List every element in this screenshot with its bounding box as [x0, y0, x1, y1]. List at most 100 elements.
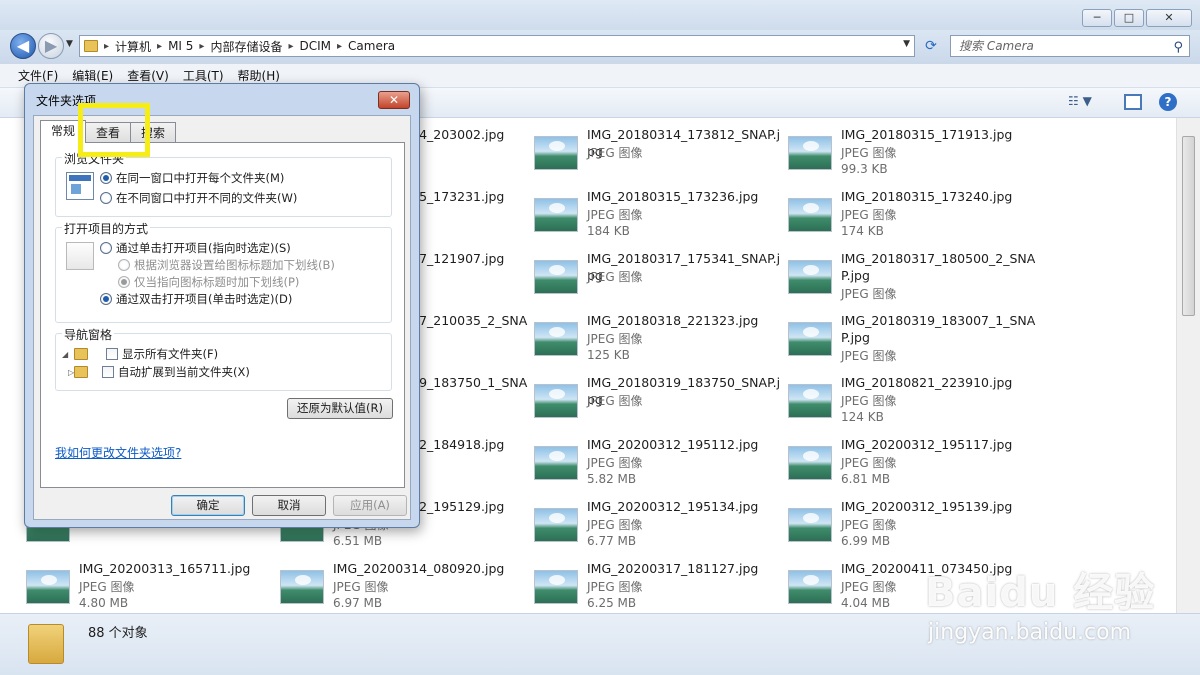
search-input[interactable]: 搜索 Camera ⚲	[950, 35, 1190, 57]
preview-pane-button[interactable]	[1124, 94, 1142, 110]
recent-pages-dropdown[interactable]: ▼	[66, 39, 73, 49]
radio-button-checked[interactable]	[100, 293, 112, 305]
radio-double-click[interactable]: 通过双击打开项目(单击时选定)(D)	[100, 291, 292, 307]
file-size: 125 KB	[587, 348, 630, 362]
chevron-right-icon[interactable]: ▸	[104, 41, 109, 52]
radio-single-click[interactable]: 通过单击打开项目(指向时选定)(S)	[100, 240, 291, 256]
search-placeholder: 搜索 Camera	[959, 39, 1034, 53]
breadcrumb-camera[interactable]: Camera	[348, 39, 395, 53]
menu-help[interactable]: 帮助(H)	[238, 67, 280, 84]
ok-button[interactable]: 确定	[171, 495, 245, 516]
file-type: JPEG 图像	[587, 456, 643, 470]
file-item[interactable]: IMG_20180315_171913.jpg JPEG 图像 99.3 KB	[788, 126, 1038, 186]
breadcrumb-internal-storage[interactable]: 内部存储设备	[210, 38, 282, 55]
file-item[interactable]: IMG_20180821_223910.jpg JPEG 图像 124 KB	[788, 374, 1038, 434]
file-item[interactable]: IMG_20180315_173240.jpg JPEG 图像 174 KB	[788, 188, 1038, 248]
radio-same-window[interactable]: 在同一窗口中打开每个文件夹(M)	[100, 170, 284, 186]
radio-button[interactable]	[100, 242, 112, 254]
folder-icon	[28, 624, 64, 664]
help-link[interactable]: 我如何更改文件夹选项?	[55, 444, 181, 461]
dialog-body: 常规 查看 搜索 浏览文件夹 在同一窗口中打开每个文件夹(M) 在不同窗口中打开…	[33, 115, 411, 520]
cancel-button[interactable]: 取消	[252, 495, 326, 516]
checkbox-show-all-folders[interactable]: ◢ 显示所有文件夹(F)	[62, 346, 218, 362]
address-dropdown-icon[interactable]: ▼	[903, 39, 910, 49]
change-view-button[interactable]: ☷ ▼	[1068, 94, 1104, 112]
file-item[interactable]: IMG_20200313_165711.jpg JPEG 图像 4.80 MB	[26, 560, 276, 620]
file-name: IMG_20180318_221323.jpg	[587, 313, 759, 328]
address-bar[interactable]: ▸ 计算机 ▸ MI 5 ▸ 内部存储设备 ▸ DCIM ▸ Camera ▼	[79, 35, 915, 57]
file-type: JPEG 图像	[841, 456, 897, 470]
file-size: 174 KB	[841, 224, 884, 238]
group-title: 导航窗格	[62, 326, 115, 343]
breadcrumb-computer[interactable]: 计算机	[115, 38, 151, 55]
file-item[interactable]: IMG_20180315_173236.jpg JPEG 图像 184 KB	[534, 188, 784, 248]
file-item[interactable]: IMG_20200312_195134.jpg JPEG 图像 6.77 MB	[534, 498, 784, 558]
back-button[interactable]: ◀	[10, 33, 36, 59]
file-name: IMG_20200314_080920.jpg	[333, 561, 505, 576]
file-item[interactable]: IMG_20200312_195117.jpg JPEG 图像 6.81 MB	[788, 436, 1038, 496]
file-item[interactable]: IMG_20200312_195112.jpg JPEG 图像 5.82 MB	[534, 436, 784, 496]
checkbox-auto-expand[interactable]: ▷ 自动扩展到当前文件夹(X)	[62, 364, 250, 380]
file-name: IMG_20180317_180500_2_SNAP.jpg	[841, 251, 1036, 283]
chevron-right-icon[interactable]: ▸	[337, 41, 342, 52]
file-type: JPEG 图像	[841, 208, 897, 222]
file-type: JPEG 图像	[841, 518, 897, 532]
file-item[interactable]: IMG_20200317_181127.jpg JPEG 图像 6.25 MB	[534, 560, 784, 620]
chevron-right-icon[interactable]: ▸	[199, 41, 204, 52]
search-icon[interactable]: ⚲	[1173, 38, 1183, 58]
minimize-button[interactable]: ─	[1082, 9, 1112, 27]
chevron-right-icon[interactable]: ▸	[288, 41, 293, 52]
breadcrumb-dcim[interactable]: DCIM	[300, 39, 332, 53]
file-type: JPEG 图像	[587, 208, 643, 222]
image-thumbnail-icon	[534, 384, 578, 418]
chevron-right-icon[interactable]: ▸	[157, 41, 162, 52]
file-item[interactable]: IMG_20180317_180500_2_SNAP.jpg JPEG 图像	[788, 250, 1038, 310]
file-name: IMG_20180315_173236.jpg	[587, 189, 759, 204]
image-thumbnail-icon	[788, 570, 832, 604]
radio-label: 在同一窗口中打开每个文件夹(M)	[116, 171, 285, 185]
radio-button-checked[interactable]	[100, 172, 112, 184]
file-item[interactable]: IMG_20200314_080920.jpg JPEG 图像 6.97 MB	[280, 560, 530, 620]
image-thumbnail-icon	[788, 260, 832, 294]
baidu-watermark: Baidu 经验	[925, 570, 1156, 616]
highlight-annotation	[78, 103, 150, 157]
folder-icon	[74, 348, 88, 360]
click-items-group: 打开项目的方式 通过单击打开项目(指向时选定)(S) 根据浏览器设置给图标标题加…	[55, 220, 392, 323]
file-type: JPEG 图像	[587, 394, 643, 408]
watermark-url: jingyan.baidu.com	[928, 620, 1132, 645]
radio-new-window[interactable]: 在不同窗口中打开不同的文件夹(W)	[100, 190, 297, 206]
radio-button-disabled	[118, 259, 130, 271]
file-item[interactable]: IMG_20200312_195139.jpg JPEG 图像 6.99 MB	[788, 498, 1038, 558]
menu-tools[interactable]: 工具(T)	[183, 67, 224, 84]
file-name: IMG_20180315_173240.jpg	[841, 189, 1013, 204]
close-window-button[interactable]: ✕	[1146, 9, 1192, 27]
folder-icon	[74, 366, 88, 378]
file-name: IMG_20180821_223910.jpg	[841, 375, 1013, 390]
file-size: 6.97 MB	[333, 596, 383, 610]
menu-file[interactable]: 文件(F)	[18, 67, 58, 84]
maximize-button[interactable]: □	[1114, 9, 1144, 27]
pointer-icon	[66, 242, 94, 270]
file-item[interactable]: IMG_20180314_173812_SNAP.jpg JPEG 图像	[534, 126, 784, 186]
scrollbar-thumb[interactable]	[1182, 136, 1195, 316]
item-count: 88 个对象	[88, 626, 148, 641]
file-item[interactable]: IMG_20180317_175341_SNAP.jpg JPEG 图像	[534, 250, 784, 310]
file-type: JPEG 图像	[79, 580, 135, 594]
help-button[interactable]: ?	[1159, 93, 1177, 111]
checkbox[interactable]	[106, 348, 118, 360]
refresh-button[interactable]: ⟳	[920, 35, 942, 57]
dialog-close-button[interactable]: ✕	[378, 91, 410, 109]
file-item[interactable]: IMG_20180318_221323.jpg JPEG 图像 125 KB	[534, 312, 784, 372]
vertical-scrollbar[interactable]	[1176, 118, 1200, 613]
file-size: 6.77 MB	[587, 534, 637, 548]
forward-button[interactable]: ▶	[38, 33, 64, 59]
menu-view[interactable]: 查看(V)	[127, 67, 169, 84]
file-item[interactable]: IMG_20180319_183007_1_SNAP.jpg JPEG 图像	[788, 312, 1038, 372]
restore-defaults-button[interactable]: 还原为默认值(R)	[287, 398, 393, 419]
breadcrumb-mi5[interactable]: MI 5	[168, 39, 193, 53]
checkbox[interactable]	[102, 366, 114, 378]
file-type: JPEG 图像	[333, 580, 389, 594]
radio-button[interactable]	[100, 192, 112, 204]
menu-edit[interactable]: 编辑(E)	[72, 67, 113, 84]
file-item[interactable]: IMG_20180319_183750_SNAP.jpg JPEG 图像	[534, 374, 784, 434]
